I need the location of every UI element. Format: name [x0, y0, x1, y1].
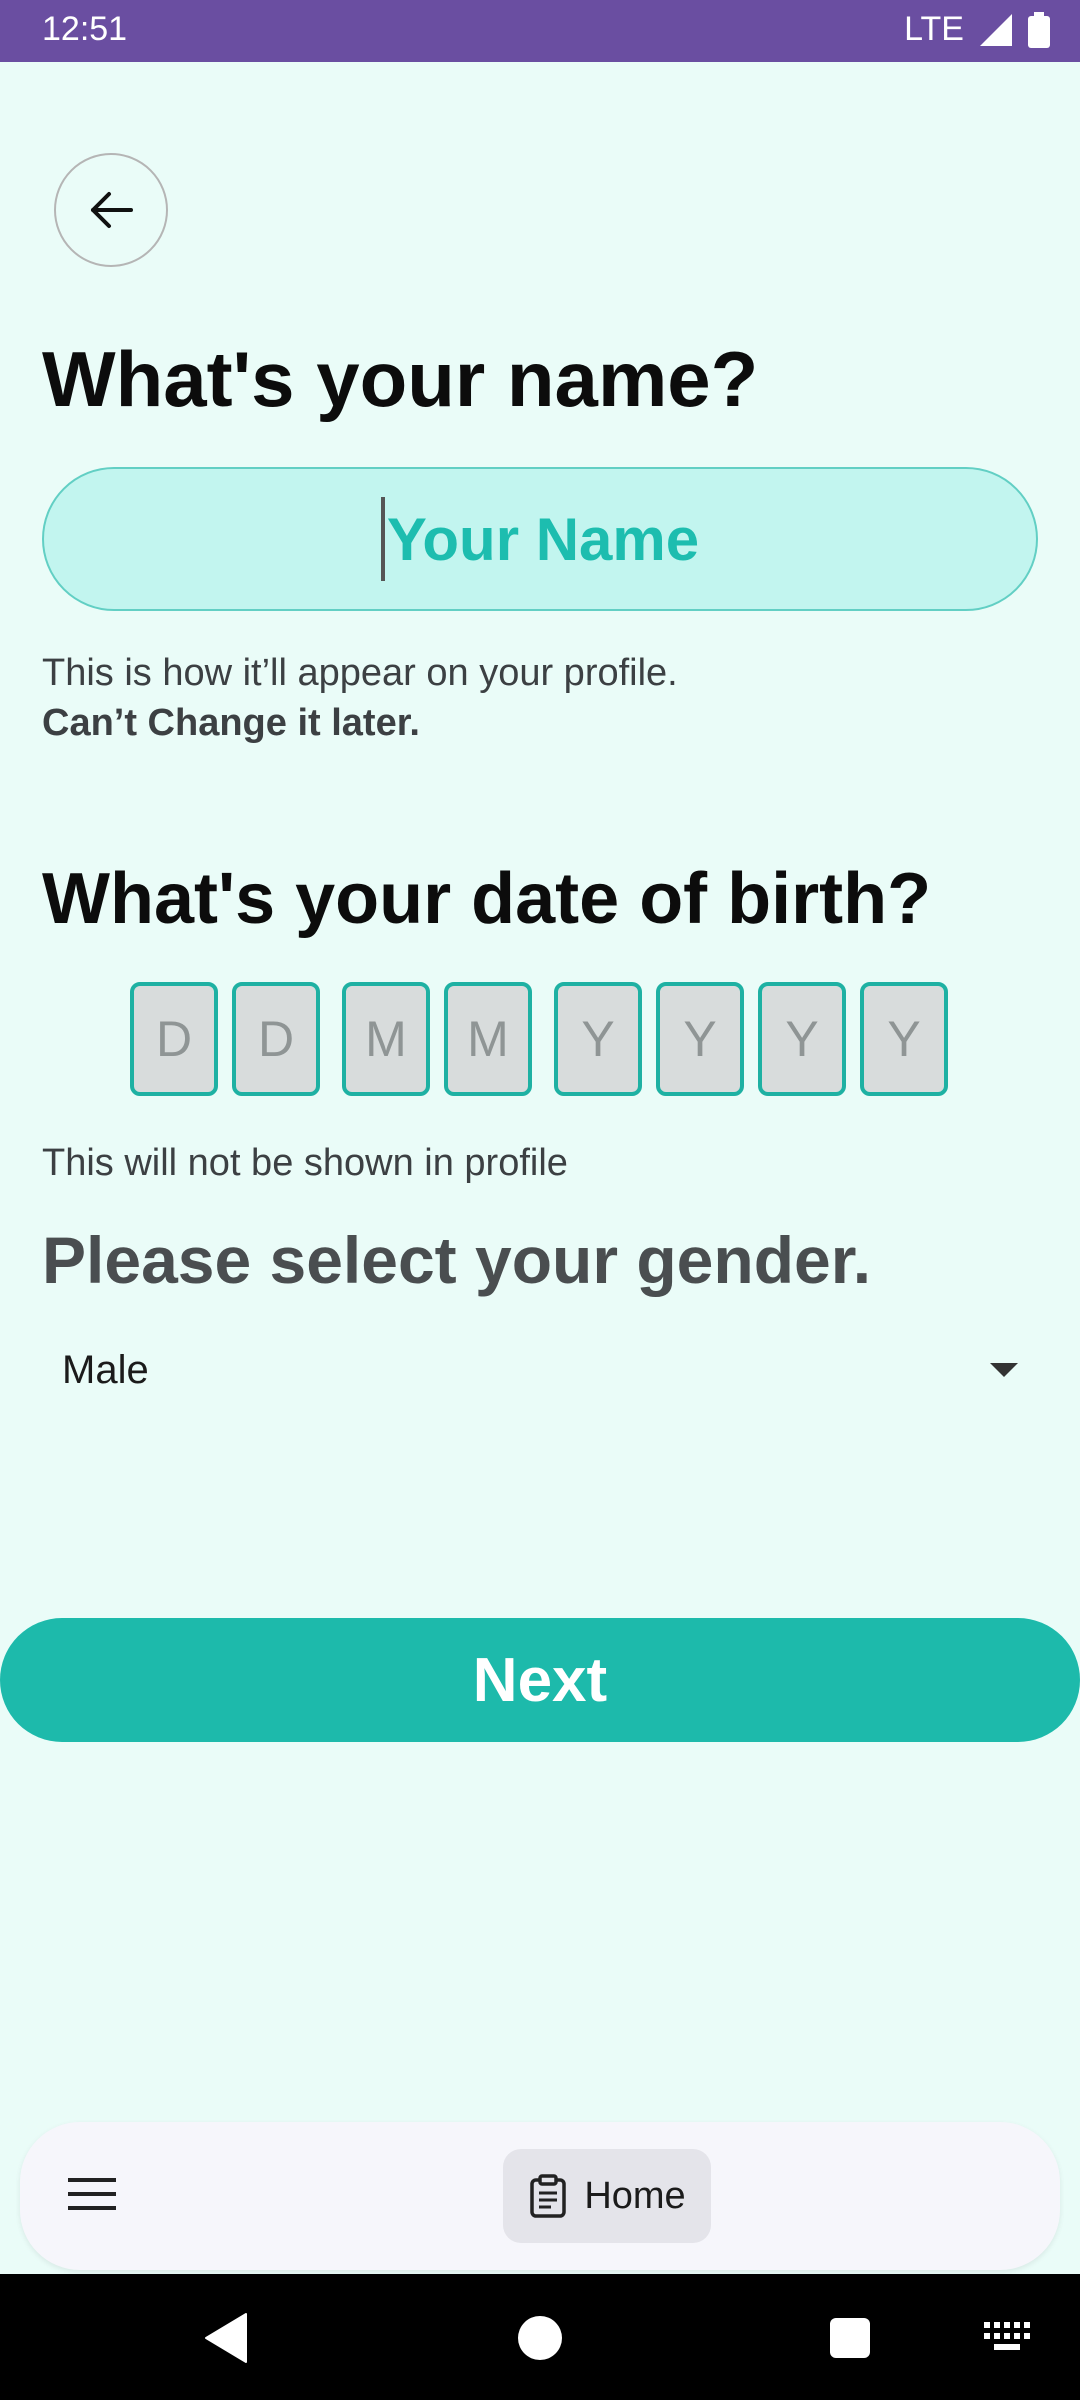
- signal-icon: [980, 13, 1012, 46]
- menu-button[interactable]: [68, 2174, 118, 2219]
- arrow-left-icon: [91, 192, 133, 228]
- status-bar: 12:51 LTE: [0, 0, 1080, 62]
- nav-home-icon[interactable]: [518, 2316, 562, 2360]
- nav-back-icon[interactable]: [204, 2312, 248, 2364]
- network-type: LTE: [904, 10, 964, 48]
- dob-year-1[interactable]: Y: [554, 982, 642, 1096]
- home-tab[interactable]: Home: [503, 2149, 711, 2243]
- name-warning: Can’t Change it later.: [42, 702, 420, 744]
- dob-month-1[interactable]: M: [342, 982, 430, 1096]
- status-time: 12:51: [42, 10, 128, 48]
- dob-title: What's your date of birth?: [42, 859, 932, 939]
- name-hint: This is how it’ll appear on your profile…: [42, 652, 678, 694]
- text-cursor: [380, 497, 385, 581]
- dropdown-arrow-icon: [990, 1363, 1018, 1377]
- dob-hint: This will not be shown in profile: [42, 1142, 568, 1184]
- gender-title: Please select your gender.: [42, 1223, 872, 1297]
- name-title: What's your name?: [42, 335, 759, 423]
- nav-recents-icon[interactable]: [830, 2318, 870, 2358]
- status-icons: LTE: [904, 10, 1050, 49]
- dob-year-4[interactable]: Y: [860, 982, 948, 1096]
- keyboard-icon[interactable]: [984, 2322, 1030, 2352]
- dob-day-2[interactable]: D: [232, 982, 320, 1096]
- name-placeholder: Your Name: [386, 505, 700, 573]
- gender-selected-value: Male: [62, 1347, 149, 1392]
- system-nav-bar: [0, 2274, 1080, 2400]
- clipboard-icon: [530, 2174, 567, 2218]
- dob-month-2[interactable]: M: [444, 982, 532, 1096]
- next-button[interactable]: Next: [0, 1618, 1080, 1742]
- dob-day-1[interactable]: D: [130, 982, 218, 1096]
- hamburger-menu-icon: [68, 2178, 116, 2210]
- back-button[interactable]: [54, 153, 168, 267]
- dob-year-3[interactable]: Y: [758, 982, 846, 1096]
- bottom-app-bar: Home: [20, 2122, 1060, 2270]
- gender-dropdown[interactable]: Male: [42, 1330, 1020, 1410]
- name-input[interactable]: Your Name: [42, 467, 1038, 611]
- home-tab-label: Home: [584, 2174, 686, 2217]
- dob-input-row: D D M M Y Y Y Y: [0, 982, 1080, 1096]
- dob-year-2[interactable]: Y: [656, 982, 744, 1096]
- battery-icon: [1028, 11, 1050, 48]
